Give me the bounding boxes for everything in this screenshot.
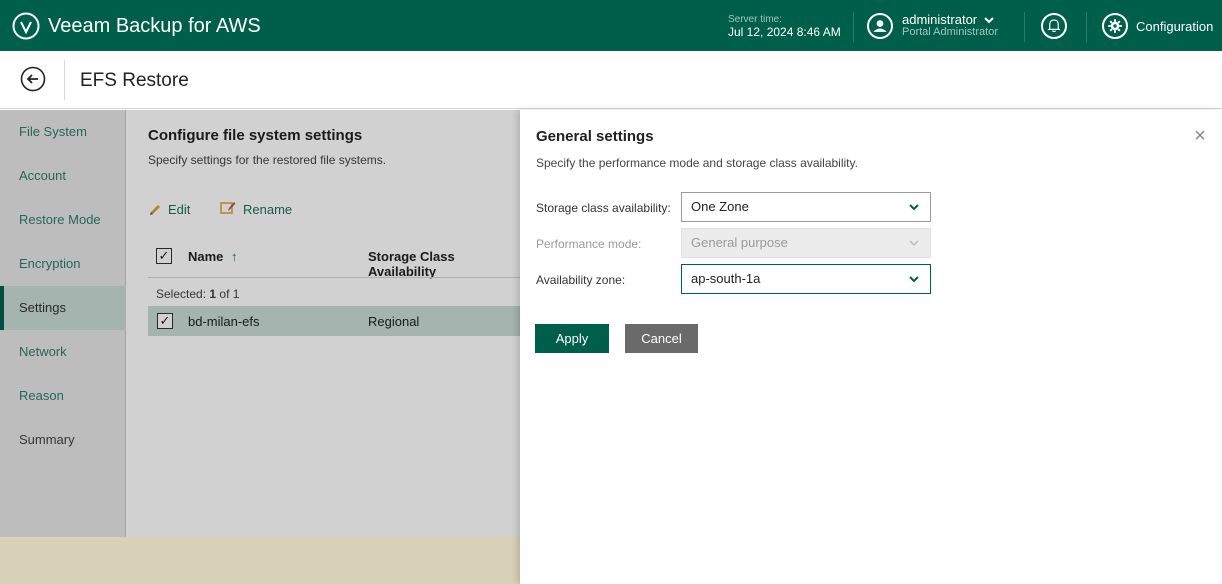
app-title: Veeam Backup for AWS bbox=[48, 15, 261, 37]
divider bbox=[64, 60, 65, 100]
close-icon[interactable]: × bbox=[1190, 126, 1210, 146]
user-role: Portal Administrator bbox=[902, 26, 998, 38]
performance-mode-value: General purpose bbox=[691, 235, 788, 250]
user-menu[interactable]: administrator Portal Administrator bbox=[902, 13, 998, 39]
user-name: administrator bbox=[902, 12, 978, 27]
chevron-down-icon bbox=[909, 276, 919, 283]
user-avatar-icon[interactable] bbox=[867, 13, 893, 39]
performance-mode-label: Performance mode: bbox=[536, 237, 642, 251]
storage-class-value: One Zone bbox=[691, 199, 749, 214]
cancel-button[interactable]: Cancel bbox=[625, 324, 698, 353]
top-bar: Veeam Backup for AWS Server time: Jul 12… bbox=[0, 0, 1222, 51]
gear-icon[interactable] bbox=[1102, 13, 1128, 39]
server-time-value: Jul 12, 2024 8:46 AM bbox=[728, 25, 841, 39]
chevron-down-icon bbox=[909, 204, 919, 211]
back-arrow-icon[interactable] bbox=[20, 66, 46, 92]
panel-title: General settings bbox=[536, 128, 654, 145]
availability-zone-label: Availability zone: bbox=[536, 273, 626, 287]
divider bbox=[1086, 12, 1087, 42]
bell-icon[interactable] bbox=[1041, 13, 1067, 39]
divider bbox=[1024, 12, 1025, 42]
apply-button[interactable]: Apply bbox=[535, 324, 609, 353]
chevron-down-icon bbox=[984, 17, 994, 24]
server-time: Server time: Jul 12, 2024 8:46 AM bbox=[728, 13, 841, 39]
page-title: EFS Restore bbox=[80, 70, 189, 91]
general-settings-panel: General settings × Specify the performan… bbox=[520, 110, 1222, 584]
page-header: EFS Restore bbox=[0, 51, 1222, 109]
availability-zone-value: ap-south-1a bbox=[691, 271, 761, 286]
availability-zone-select[interactable]: ap-south-1a bbox=[681, 264, 931, 294]
panel-description: Specify the performance mode and storage… bbox=[536, 156, 858, 170]
performance-mode-select: General purpose bbox=[681, 228, 931, 258]
storage-class-label: Storage class availability: bbox=[536, 201, 671, 215]
veeam-logo-icon bbox=[12, 12, 40, 40]
chevron-down-icon bbox=[909, 240, 919, 247]
divider bbox=[853, 12, 854, 42]
storage-class-select[interactable]: One Zone bbox=[681, 192, 931, 222]
footer-bar bbox=[0, 537, 520, 584]
modal-backdrop bbox=[0, 110, 520, 537]
configuration-link[interactable]: Configuration bbox=[1136, 19, 1213, 34]
